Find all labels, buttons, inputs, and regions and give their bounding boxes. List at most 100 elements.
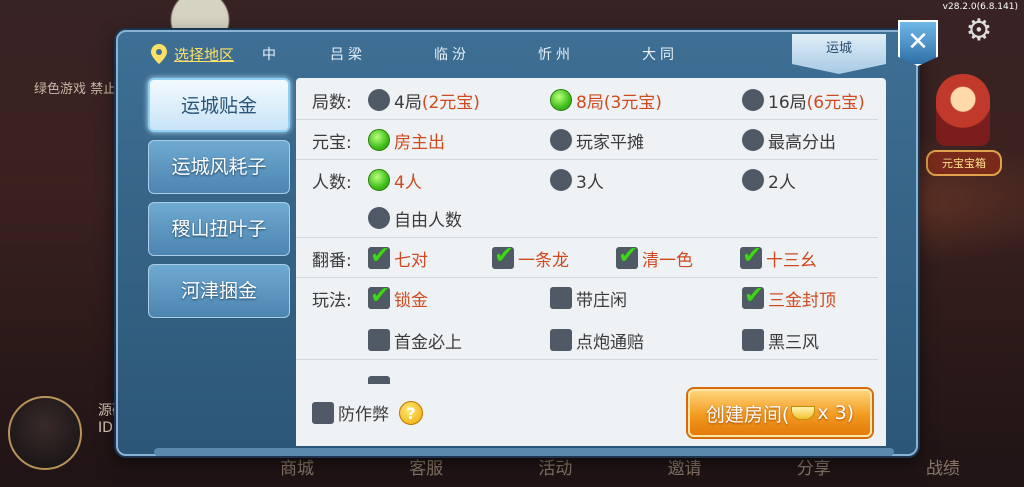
options-panel: 局数: 4局 (2元宝) 8局 (3元宝) 16局 (6元宝) 元宝: 房主出 玩家平… xyxy=(296,78,886,446)
ingot-option[interactable]: 玩家平摊 xyxy=(550,128,644,153)
play-label: 玩法: xyxy=(312,291,352,311)
players-option[interactable]: 3人 xyxy=(550,168,604,193)
scroll-cutoff-item xyxy=(368,376,488,384)
fan-option[interactable]: 十三幺 xyxy=(740,241,817,271)
option-note: (6元宝) xyxy=(806,92,865,113)
checkbox-icon xyxy=(550,287,572,309)
option-text: 首金必上 xyxy=(394,332,462,353)
radio-icon xyxy=(550,169,572,191)
checkbox-icon xyxy=(742,329,764,351)
play-option[interactable]: 点炮通赔 xyxy=(550,328,644,353)
region-item[interactable]: 大同 xyxy=(608,44,712,64)
nav-share[interactable]: 分享 xyxy=(797,454,831,479)
option-note: (2元宝) xyxy=(421,92,480,113)
background-notice: 绿色游戏 禁止赌 xyxy=(34,82,130,97)
checkbox-icon xyxy=(550,329,572,351)
nav-service[interactable]: 客服 xyxy=(409,454,443,479)
option-text: 房主出 xyxy=(394,132,445,153)
tab-game-type[interactable]: 稷山扭叶子 xyxy=(148,202,290,256)
option-text: 清一色 xyxy=(642,250,693,271)
ingot-row: 元宝: 房主出 玩家平摊 最高分出 xyxy=(296,120,878,160)
game-type-tabs: 运城贴金 运城风耗子 稷山扭叶子 河津捆金 xyxy=(148,78,294,326)
checkbox-icon xyxy=(616,241,638,269)
play-row: 玩法: 锁金 带庄闲 三金封顶 首金必上 点炮通赔 黑三风 xyxy=(296,278,878,360)
god-of-wealth-icon xyxy=(936,74,990,146)
rounds-option[interactable]: 16局 (6元宝) xyxy=(742,88,865,113)
region-bar: 选择地区 中 吕梁 临汾 忻州 大同 xyxy=(150,38,890,70)
play-option[interactable]: 锁金 xyxy=(368,281,428,311)
radio-icon xyxy=(550,89,572,111)
fan-option[interactable]: 清一色 xyxy=(616,241,693,271)
option-text: 锁金 xyxy=(394,290,428,311)
dialog-bottom-edge xyxy=(154,448,894,456)
checkbox-icon xyxy=(492,241,514,269)
checkbox-icon xyxy=(368,376,390,384)
checkbox-icon xyxy=(368,281,390,309)
players-option[interactable]: 2人 xyxy=(742,168,796,193)
ingot-option[interactable]: 最高分出 xyxy=(742,128,836,153)
option-text: 七对 xyxy=(394,250,428,271)
region-item[interactable]: 中 xyxy=(262,44,296,64)
checkbox-icon xyxy=(312,401,334,424)
ingot-label: 元宝: xyxy=(312,133,352,153)
region-item[interactable]: 吕梁 xyxy=(296,44,400,64)
radio-icon xyxy=(368,89,390,111)
fan-option[interactable]: 七对 xyxy=(368,241,428,271)
ingot-option[interactable]: 房主出 xyxy=(368,128,445,153)
play-option[interactable]: 首金必上 xyxy=(368,328,462,353)
option-text: 16局 xyxy=(768,92,807,113)
bottom-nav: 商城 客服 活动 邀请 分享 战绩 xyxy=(280,454,960,479)
anti-cheat-label: 防作弊 xyxy=(338,405,389,425)
nav-shop[interactable]: 商城 xyxy=(280,454,314,479)
rounds-label: 局数: xyxy=(312,93,352,113)
option-text: 十三幺 xyxy=(766,250,817,271)
help-icon[interactable]: ? xyxy=(399,400,423,425)
play-option[interactable]: 三金封顶 xyxy=(742,281,836,311)
players-option[interactable]: 4人 xyxy=(368,168,422,193)
gear-icon[interactable]: ⚙ xyxy=(962,14,996,48)
radio-icon xyxy=(742,89,764,111)
checkbox-icon xyxy=(742,281,764,309)
option-text: 4人 xyxy=(394,172,422,193)
checkbox-icon xyxy=(368,241,390,269)
nav-invite[interactable]: 邀请 xyxy=(668,454,702,479)
tab-game-type[interactable]: 运城贴金 xyxy=(148,78,290,132)
create-room-label: 创建房间( xyxy=(705,403,790,426)
radio-icon xyxy=(550,129,572,151)
anti-cheat-option[interactable]: 防作弊 ? xyxy=(312,400,423,425)
play-option[interactable]: 黑三风 xyxy=(742,328,819,353)
radio-icon xyxy=(368,169,390,191)
fan-label: 翻番: xyxy=(312,251,352,271)
play-option[interactable]: 带庄闲 xyxy=(550,286,627,311)
tab-game-type[interactable]: 运城风耗子 xyxy=(148,140,290,194)
option-text: 带庄闲 xyxy=(576,290,627,311)
nav-records[interactable]: 战绩 xyxy=(926,454,960,479)
option-text: 三金封顶 xyxy=(768,290,836,311)
option-text: 最高分出 xyxy=(768,132,836,153)
region-item[interactable]: 临汾 xyxy=(400,44,504,64)
checkbox-icon xyxy=(740,241,762,269)
tab-game-type[interactable]: 河津捆金 xyxy=(148,264,290,318)
option-note: (3元宝) xyxy=(603,92,662,113)
radio-icon xyxy=(368,129,390,151)
rounds-option[interactable]: 4局 (2元宝) xyxy=(368,88,480,113)
create-room-button[interactable]: 创建房间( x 3) xyxy=(688,389,872,437)
option-text: 4局 xyxy=(394,92,422,113)
players-label: 人数: xyxy=(312,173,352,193)
treasure-box-button[interactable]: 元宝宝箱 xyxy=(920,70,1006,180)
players-option[interactable]: 自由人数 xyxy=(368,206,462,231)
option-text: 8局 xyxy=(576,92,604,113)
rounds-option[interactable]: 8局 (3元宝) xyxy=(550,88,662,113)
create-room-cost: x 3) xyxy=(817,402,855,424)
bottom-actions: 防作弊 ? 创建房间( x 3) xyxy=(296,384,886,446)
avatar[interactable] xyxy=(8,396,82,470)
option-text: 一条龙 xyxy=(518,250,569,271)
fan-option[interactable]: 一条龙 xyxy=(492,241,569,271)
select-region-link[interactable]: 选择地区 xyxy=(174,44,234,65)
close-button[interactable]: ✕ xyxy=(898,20,938,66)
option-text: 玩家平摊 xyxy=(576,132,644,153)
checkbox-icon xyxy=(368,329,390,351)
region-item[interactable]: 忻州 xyxy=(504,44,608,64)
nav-events[interactable]: 活动 xyxy=(538,454,572,479)
radio-icon xyxy=(742,169,764,191)
